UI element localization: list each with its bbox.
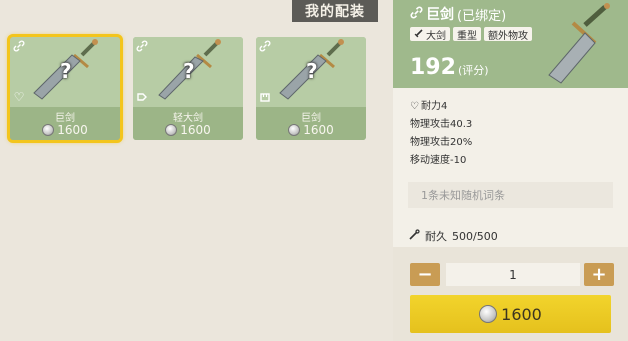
item-title: 巨剑 (已绑定) [410, 4, 506, 24]
sword-mini-icon [414, 28, 424, 41]
quantity-input[interactable]: 1 [446, 263, 580, 286]
coin-icon [165, 124, 178, 136]
random-affix-slot: 1条未知随机词条 [408, 182, 613, 208]
card-price: 1600 [10, 123, 120, 137]
weapon-card[interactable]: ? 巨剑 1600 [256, 37, 366, 140]
tag-label: 重型 [457, 30, 477, 42]
item-detail-panel: 巨剑 (已绑定) 大剑 重型 额外物攻 192 (评分) ♡ 耐力4 物理攻击4… [393, 0, 628, 341]
score-value: 192 [410, 55, 456, 80]
wrench-icon [408, 228, 420, 244]
heart-icon: ♡ [13, 90, 25, 104]
tag-heavy: 重型 [453, 27, 481, 42]
unknown-mark-icon: ? [60, 59, 72, 83]
coin-icon [42, 124, 55, 136]
loadout-panel: 我的配装 ? ♡ 巨剑 1600 ? 轻大剑 1600 ? 巨剑 1600 [0, 0, 393, 341]
tag-extra-attack: 额外物攻 [484, 27, 532, 42]
bound-status: (已绑定) [457, 8, 507, 24]
weapon-card[interactable]: ? ♡ 巨剑 1600 [7, 34, 123, 143]
unknown-mark-icon: ? [183, 59, 195, 83]
buy-button[interactable]: 1600 [410, 295, 611, 333]
weapon-art: ? [10, 37, 120, 107]
buy-price: 1600 [501, 304, 542, 324]
tag-label: 大剑 [426, 30, 446, 42]
stat-physical-attack: 物理攻击40.3 [410, 119, 473, 130]
unknown-mark-icon: ? [306, 59, 318, 83]
card-price: 1600 [256, 123, 366, 137]
stat-text: 耐力4 [420, 101, 448, 112]
stat-physical-attack-percent: 物理攻击20% [410, 137, 473, 148]
heart-icon: ♡ [410, 101, 419, 112]
card-price-value: 1600 [57, 123, 88, 137]
coin-icon [479, 305, 498, 323]
tag-greatsword: 大剑 [410, 27, 450, 42]
card-name: 轻大剑 [173, 113, 203, 124]
card-price-value: 1600 [303, 123, 334, 137]
durability-label: 耐久 [425, 230, 447, 243]
fist-icon [258, 90, 272, 104]
item-name: 巨剑 [426, 7, 454, 23]
item-tags: 大剑 重型 额外物攻 [410, 27, 532, 42]
shield-icon [135, 90, 149, 104]
weapon-art: ? [133, 37, 243, 107]
stat-stamina: ♡ 耐力4 [410, 98, 472, 116]
card-name: 巨剑 [301, 113, 321, 124]
durability-row: 耐久 500/500 [408, 228, 498, 244]
weapon-card[interactable]: ? 轻大剑 1600 [133, 37, 243, 140]
card-price-value: 1600 [180, 123, 211, 137]
item-stats: ♡ 耐力4 物理攻击40.3 物理攻击20% 移动速度-10 [410, 98, 472, 170]
stat-move-speed: 移动速度-10 [410, 155, 467, 166]
detail-header: 巨剑 (已绑定) 大剑 重型 额外物攻 192 (评分) [393, 0, 628, 88]
tag-label: 额外物攻 [488, 30, 528, 42]
sword-icon [548, 3, 610, 84]
score-unit: (评分) [457, 64, 489, 77]
coin-icon [288, 124, 301, 136]
weapon-art: ? [256, 37, 366, 107]
link-icon [410, 6, 423, 23]
card-name: 巨剑 [55, 113, 75, 124]
item-score: 192 (评分) [410, 55, 489, 80]
quantity-increase-button[interactable]: + [584, 263, 614, 286]
card-price: 1600 [133, 123, 243, 137]
durability-value: 500/500 [452, 229, 498, 243]
quantity-decrease-button[interactable]: − [410, 263, 440, 286]
my-loadout-tab[interactable]: 我的配装 [292, 0, 378, 22]
